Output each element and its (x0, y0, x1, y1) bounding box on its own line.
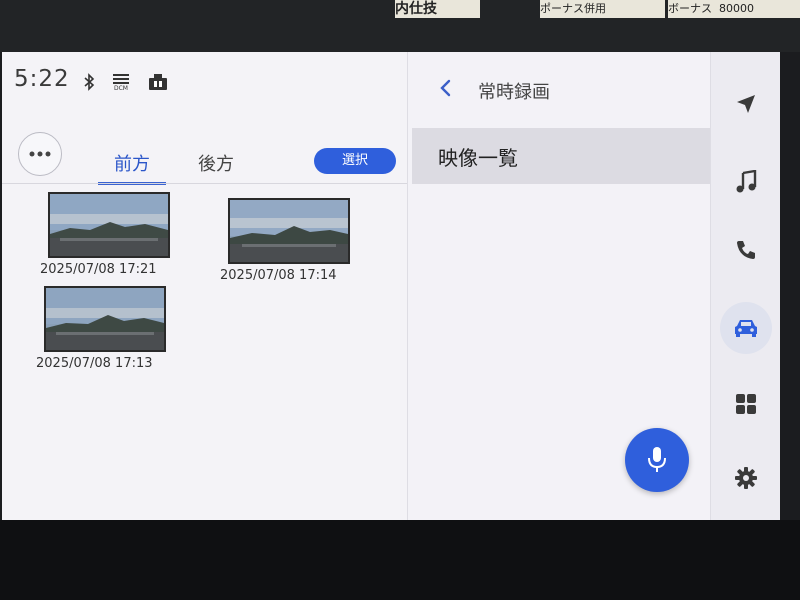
dcm-label: DCM (114, 84, 128, 92)
dashcam-icon (147, 70, 169, 94)
list-item-label: 映像一覧 (438, 146, 518, 170)
tab-rear[interactable]: 後方 (182, 150, 250, 182)
bezel-bottom (0, 520, 800, 600)
status-bar: 5:22 DCM (2, 52, 407, 112)
video-date: 2025/07/08 17:21 (40, 262, 157, 277)
apps-grid-icon (736, 394, 756, 414)
more-options-button[interactable] (18, 132, 62, 176)
voice-button[interactable] (625, 428, 689, 492)
tab-front-label: 前方 (114, 154, 150, 175)
detail-header: 常時録画 (408, 70, 710, 110)
tab-rear-label: 後方 (198, 154, 234, 175)
nav-settings[interactable] (720, 452, 772, 504)
video-date: 2025/07/08 17:13 (36, 356, 153, 371)
microphone-icon (648, 447, 666, 472)
select-button[interactable]: 選択 (314, 148, 396, 174)
video-thumbnail[interactable] (44, 286, 166, 352)
page-title: 常時録画 (478, 82, 550, 103)
bluetooth-icon (82, 70, 96, 94)
nav-vehicle[interactable] (720, 302, 772, 354)
nav-navigation[interactable] (720, 78, 772, 130)
video-thumbnail[interactable] (48, 192, 170, 258)
video-list-pane: 5:22 DCM 前方 後方 選択 2025/07/08 17:21 2025/… (2, 52, 408, 520)
video-date: 2025/07/08 17:14 (220, 268, 337, 283)
bezel-top: 内仕技 ポーナス併用 ボーナス 80000 (0, 0, 800, 52)
video-thumbnail[interactable] (228, 198, 350, 264)
car-icon (735, 320, 757, 337)
background-paper: ポーナス併用 (540, 0, 665, 18)
recording-detail-pane: 常時録画 映像一覧 (408, 52, 710, 520)
music-note-icon (736, 170, 757, 193)
background-paper: 内仕技 (395, 0, 480, 18)
navigation-arrow-icon (737, 95, 755, 113)
dcm-icon: DCM (110, 70, 132, 94)
list-item-video-list[interactable]: 映像一覧 (412, 128, 710, 184)
phone-icon (737, 241, 755, 259)
infotainment-screen: 5:22 DCM 前方 後方 選択 2025/07/08 17:21 2025/… (2, 52, 780, 520)
more-dots-icon (29, 151, 51, 157)
nav-music[interactable] (720, 156, 772, 208)
tab-front[interactable]: 前方 (98, 150, 166, 185)
clock: 5:22 (14, 66, 70, 92)
nav-phone[interactable] (720, 224, 772, 276)
background-paper: ボーナス 80000 (668, 0, 800, 18)
side-nav (710, 52, 780, 520)
settings-gear-icon (735, 467, 757, 489)
tab-divider (2, 183, 407, 184)
nav-apps[interactable] (720, 378, 772, 430)
back-chevron-icon[interactable] (438, 78, 460, 102)
